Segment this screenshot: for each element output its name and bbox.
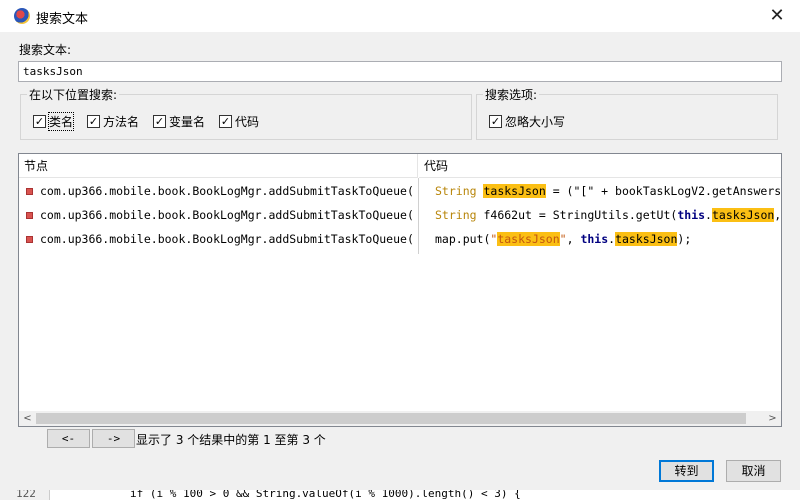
- results-table: 节点 代码 com.up366.mobile.book.BookLogMgr.a…: [18, 153, 782, 427]
- method-icon: [26, 187, 33, 195]
- code-token: ": [559, 232, 567, 246]
- method-icon: [26, 235, 33, 243]
- node-cell[interactable]: com.up366.mobile.book.BookLogMgr.addSubm…: [26, 208, 416, 222]
- search-options-title: 搜索选项:: [483, 86, 540, 103]
- search-location-group: 在以下位置搜索: ✓ 类名 ✓ 方法名 ✓ 变量名 ✓ 代码: [20, 86, 472, 140]
- code-token: .: [705, 208, 712, 222]
- search-label: 搜索文本:: [19, 43, 72, 57]
- results-status: 显示了 3 个结果中的第 1 至第 3 个: [136, 433, 326, 447]
- checkbox-label: 类名: [47, 112, 75, 131]
- checkbox-check-icon[interactable]: ✓: [153, 115, 166, 128]
- node-cell[interactable]: com.up366.mobile.book.BookLogMgr.addSubm…: [26, 232, 416, 246]
- code-token: ,: [566, 232, 581, 246]
- checkbox-variable-name[interactable]: ✓ 变量名: [153, 113, 205, 130]
- checkbox-check-icon[interactable]: ✓: [219, 115, 232, 128]
- scroll-left-icon[interactable]: <: [19, 411, 36, 426]
- node-text: com.up366.mobile.book.BookLogMgr.addSubm…: [40, 184, 414, 198]
- close-icon[interactable]: ✕: [766, 5, 788, 27]
- node-cell[interactable]: com.up366.mobile.book.BookLogMgr.addSubm…: [26, 184, 416, 198]
- table-row[interactable]: com.up366.mobile.book.BookLogMgr.addSubm…: [19, 178, 781, 202]
- dialog-body: 搜索文本: 在以下位置搜索: ✓ 类名 ✓ 方法名 ✓ 变量名 ✓ 代码 搜索选…: [0, 32, 800, 500]
- table-row[interactable]: com.up366.mobile.book.BookLogMgr.addSubm…: [19, 202, 781, 226]
- code-token: String: [435, 184, 484, 198]
- checkbox-check-icon[interactable]: ✓: [33, 115, 46, 128]
- checkbox-label: 代码: [235, 115, 260, 129]
- code-token: );: [677, 232, 692, 246]
- editor-code-line: if (i % 100 > 0 && String.valueOf(i % 10…: [130, 490, 521, 500]
- next-page-button[interactable]: ->: [92, 429, 135, 448]
- checkbox-label: 方法名: [103, 115, 140, 129]
- code-token: this: [677, 208, 706, 222]
- node-text: com.up366.mobile.book.BookLogMgr.addSubm…: [40, 232, 414, 246]
- scrollbar-thumb[interactable]: [36, 413, 746, 424]
- title-bar: 搜索文本 ✕: [0, 0, 800, 32]
- code-cell[interactable]: map.put("tasksJson", this.tasksJson);: [435, 232, 781, 246]
- checkbox-code[interactable]: ✓ 代码: [219, 113, 259, 130]
- code-token: tasksJson: [497, 232, 560, 246]
- search-input[interactable]: [18, 61, 782, 82]
- code-token: tasksJson: [711, 208, 775, 222]
- checkbox-ignore-case[interactable]: ✓ 忽略大小写: [489, 113, 565, 130]
- checkbox-check-icon[interactable]: ✓: [489, 115, 502, 128]
- code-token: String: [435, 208, 484, 222]
- code-cell[interactable]: String tasksJson = ("[" + bookTaskLogV2.…: [435, 184, 781, 198]
- checkbox-method-name[interactable]: ✓ 方法名: [87, 113, 139, 130]
- background-editor-line: 122 if (i % 100 > 0 && String.valueOf(i …: [0, 490, 800, 500]
- node-text: com.up366.mobile.book.BookLogMgr.addSubm…: [40, 208, 414, 222]
- checkbox-label: 变量名: [169, 115, 206, 129]
- code-cell[interactable]: String f4662ut = StringUtils.getUt(this.…: [435, 208, 781, 222]
- window-title: 搜索文本: [36, 12, 89, 27]
- checkbox-check-icon[interactable]: ✓: [87, 115, 100, 128]
- search-options-group: 搜索选项: ✓ 忽略大小写: [476, 86, 778, 140]
- previous-page-button[interactable]: <-: [47, 429, 90, 448]
- code-token: f4662ut = StringUtils.getUt(: [483, 208, 678, 222]
- checkbox-class-name[interactable]: ✓ 类名: [33, 112, 75, 131]
- code-token: map.put(: [435, 232, 491, 246]
- code-token: ,: [774, 208, 781, 222]
- app-icon: [14, 8, 30, 24]
- code-token: this: [580, 232, 609, 246]
- code-token: tasksJson: [615, 232, 678, 246]
- horizontal-scrollbar[interactable]: < >: [19, 411, 781, 426]
- line-number: 122: [16, 490, 36, 500]
- code-token: tasksJson: [483, 184, 546, 198]
- cancel-button[interactable]: 取消: [726, 460, 781, 482]
- goto-button[interactable]: 转到: [659, 460, 714, 482]
- column-header-node[interactable]: 节点: [19, 154, 418, 178]
- search-location-title: 在以下位置搜索:: [27, 86, 120, 103]
- scroll-right-icon[interactable]: >: [764, 411, 781, 426]
- code-token: = ("[" + bookTaskLogV2.getAnswers: [545, 184, 781, 198]
- checkbox-label: 忽略大小写: [505, 115, 566, 129]
- method-icon: [26, 211, 33, 219]
- table-row[interactable]: com.up366.mobile.book.BookLogMgr.addSubm…: [19, 226, 781, 250]
- column-header-code[interactable]: 代码: [419, 154, 781, 178]
